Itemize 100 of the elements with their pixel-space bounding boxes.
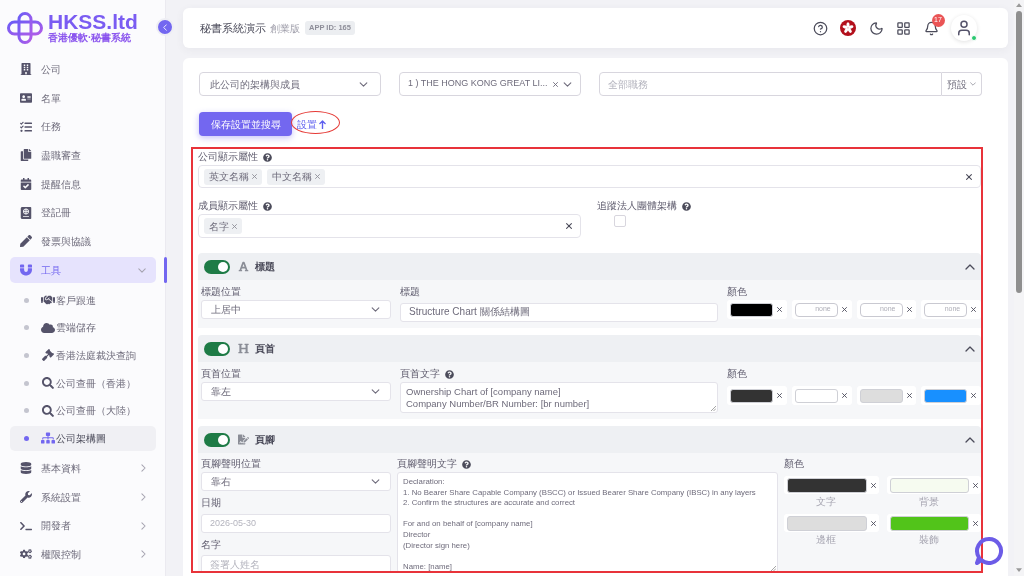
scroll-up-icon[interactable]: [1016, 3, 1022, 7]
clear-icon[interactable]: [553, 81, 558, 87]
multi-select[interactable]: 英文名稱 中文名稱: [198, 165, 981, 188]
help-icon[interactable]: [682, 201, 691, 211]
sidebar-subitem[interactable]: 客戶跟進: [10, 287, 156, 313]
collapse-button[interactable]: [156, 18, 174, 36]
remove-icon[interactable]: [232, 223, 237, 229]
sidebar-item[interactable]: 系統設置: [10, 484, 156, 511]
position-select[interactable]: 靠左: [201, 382, 391, 401]
clear-icon[interactable]: [777, 307, 782, 312]
date-field[interactable]: 2026-05-30: [201, 513, 391, 533]
color-picker[interactable]: [727, 300, 787, 319]
preset-select[interactable]: 預設: [942, 72, 982, 96]
clear-icon[interactable]: [841, 393, 847, 398]
color-swatch[interactable]: [859, 388, 903, 403]
position-select[interactable]: 靠右: [201, 472, 391, 491]
sidebar-item[interactable]: 基本資料: [10, 455, 156, 482]
color-swatch[interactable]: [794, 388, 838, 403]
sidebar-item[interactable]: 工具: [10, 257, 156, 284]
color-swatch[interactable]: [730, 388, 773, 403]
multi-select[interactable]: 名字: [198, 214, 581, 238]
clear-icon[interactable]: [973, 482, 978, 488]
text-area[interactable]: Ownership Chart of [company name] Company Number/BR Number: [br number]: [400, 382, 718, 413]
color-picker[interactable]: [886, 514, 981, 532]
bell-icon[interactable]: [923, 20, 939, 36]
color-swatch[interactable]: [787, 515, 867, 531]
toggle-switch[interactable]: [204, 432, 230, 447]
sidebar-item[interactable]: 任務: [10, 113, 156, 140]
bullet-icon: [24, 353, 29, 358]
color-picker[interactable]: [856, 386, 917, 405]
remove-icon[interactable]: [315, 174, 320, 179]
color-picker[interactable]: [886, 476, 981, 494]
color-picker[interactable]: [791, 386, 852, 405]
clear-icon[interactable]: [971, 307, 977, 312]
color-swatch[interactable]: [889, 515, 969, 531]
sidebar-subitem[interactable]: 雲端儲存: [10, 315, 156, 341]
clear-icon[interactable]: [973, 520, 978, 526]
scrollbar-thumb[interactable]: [1016, 11, 1022, 293]
sidebar-item[interactable]: 盡職審查: [10, 142, 156, 169]
help-icon[interactable]: [263, 201, 272, 211]
pen-icon: [20, 235, 32, 248]
clear-icon[interactable]: [566, 223, 572, 229]
clear-icon[interactable]: [966, 173, 972, 180]
scroll-down-icon[interactable]: [1016, 568, 1022, 572]
sidebar-item[interactable]: 登記冊: [10, 199, 156, 226]
save-search-button[interactable]: 保存設置並搜尋: [199, 112, 292, 136]
toggle-switch[interactable]: [204, 341, 230, 356]
sidebar-item[interactable]: 發票與協議: [10, 228, 156, 255]
attribute-chip[interactable]: 中文名稱: [267, 168, 325, 185]
clear-icon[interactable]: [971, 393, 977, 398]
help-icon[interactable]: [812, 20, 828, 36]
role-field[interactable]: 全部職務: [599, 72, 942, 96]
checkbox[interactable]: [614, 215, 626, 227]
sidebar-subitem[interactable]: 公司查冊（大陸）: [10, 398, 156, 424]
bullet-icon: [24, 408, 29, 414]
clear-icon[interactable]: [870, 520, 876, 526]
clear-icon[interactable]: [870, 482, 876, 488]
flag-icon[interactable]: [840, 20, 856, 36]
color-picker[interactable]: [784, 514, 879, 532]
sidebar-subitem[interactable]: 香港法庭裁決查詢: [10, 343, 156, 368]
sidebar-item[interactable]: 提醒信息: [10, 171, 156, 198]
settings-link[interactable]: 設置: [297, 116, 326, 132]
color-picker[interactable]: [921, 386, 981, 405]
clear-icon[interactable]: [841, 307, 847, 312]
avatar-icon[interactable]: [951, 15, 977, 41]
sidebar-subitem[interactable]: 公司架構圖: [10, 425, 156, 451]
color-swatch[interactable]: [787, 477, 867, 493]
color-picker[interactable]: [727, 386, 787, 405]
remove-icon[interactable]: [252, 174, 257, 179]
title-field[interactable]: Structure Chart 關係結構圖: [400, 302, 718, 322]
sidebar-item[interactable]: 權限控制: [10, 541, 156, 568]
section-header[interactable]: 頁腳: [198, 426, 981, 453]
grid-icon[interactable]: [896, 20, 911, 36]
color-swatch[interactable]: [924, 388, 968, 403]
clear-icon[interactable]: [906, 393, 912, 398]
moon-icon[interactable]: [868, 20, 884, 36]
color-swatch[interactable]: [889, 477, 969, 493]
name-field[interactable]: 簽署人姓名: [201, 555, 391, 571]
color-swatch[interactable]: [730, 302, 773, 317]
help-icon[interactable]: [263, 152, 272, 162]
clear-icon[interactable]: [777, 393, 782, 398]
color-picker[interactable]: [784, 476, 879, 494]
sidebar-item[interactable]: 開發者: [10, 512, 156, 539]
section-header[interactable]: 標題: [198, 253, 981, 280]
section-header[interactable]: 頁首: [198, 335, 981, 362]
company-select[interactable]: 1 ) THE HONG KONG GREAT LI...: [399, 72, 581, 96]
help-icon[interactable]: [462, 459, 471, 469]
clear-icon[interactable]: [906, 307, 912, 312]
attribute-chip[interactable]: 英文名稱: [204, 168, 262, 185]
sidebar-item[interactable]: 公司: [10, 56, 156, 83]
sidebar-item[interactable]: 名單: [10, 85, 156, 112]
position-select[interactable]: 上居中: [201, 300, 391, 319]
structure-select[interactable]: 此公司的架構與成員: [199, 72, 381, 96]
resize-grip-icon[interactable]: [711, 406, 716, 411]
sidebar-subitem[interactable]: 公司查冊（香港）: [10, 370, 156, 396]
resize-grip-icon[interactable]: [771, 566, 776, 571]
toggle-switch[interactable]: [204, 259, 230, 274]
chat-icon[interactable]: [974, 536, 1004, 566]
attribute-chip[interactable]: 名字: [204, 218, 242, 234]
help-icon[interactable]: [445, 369, 454, 379]
